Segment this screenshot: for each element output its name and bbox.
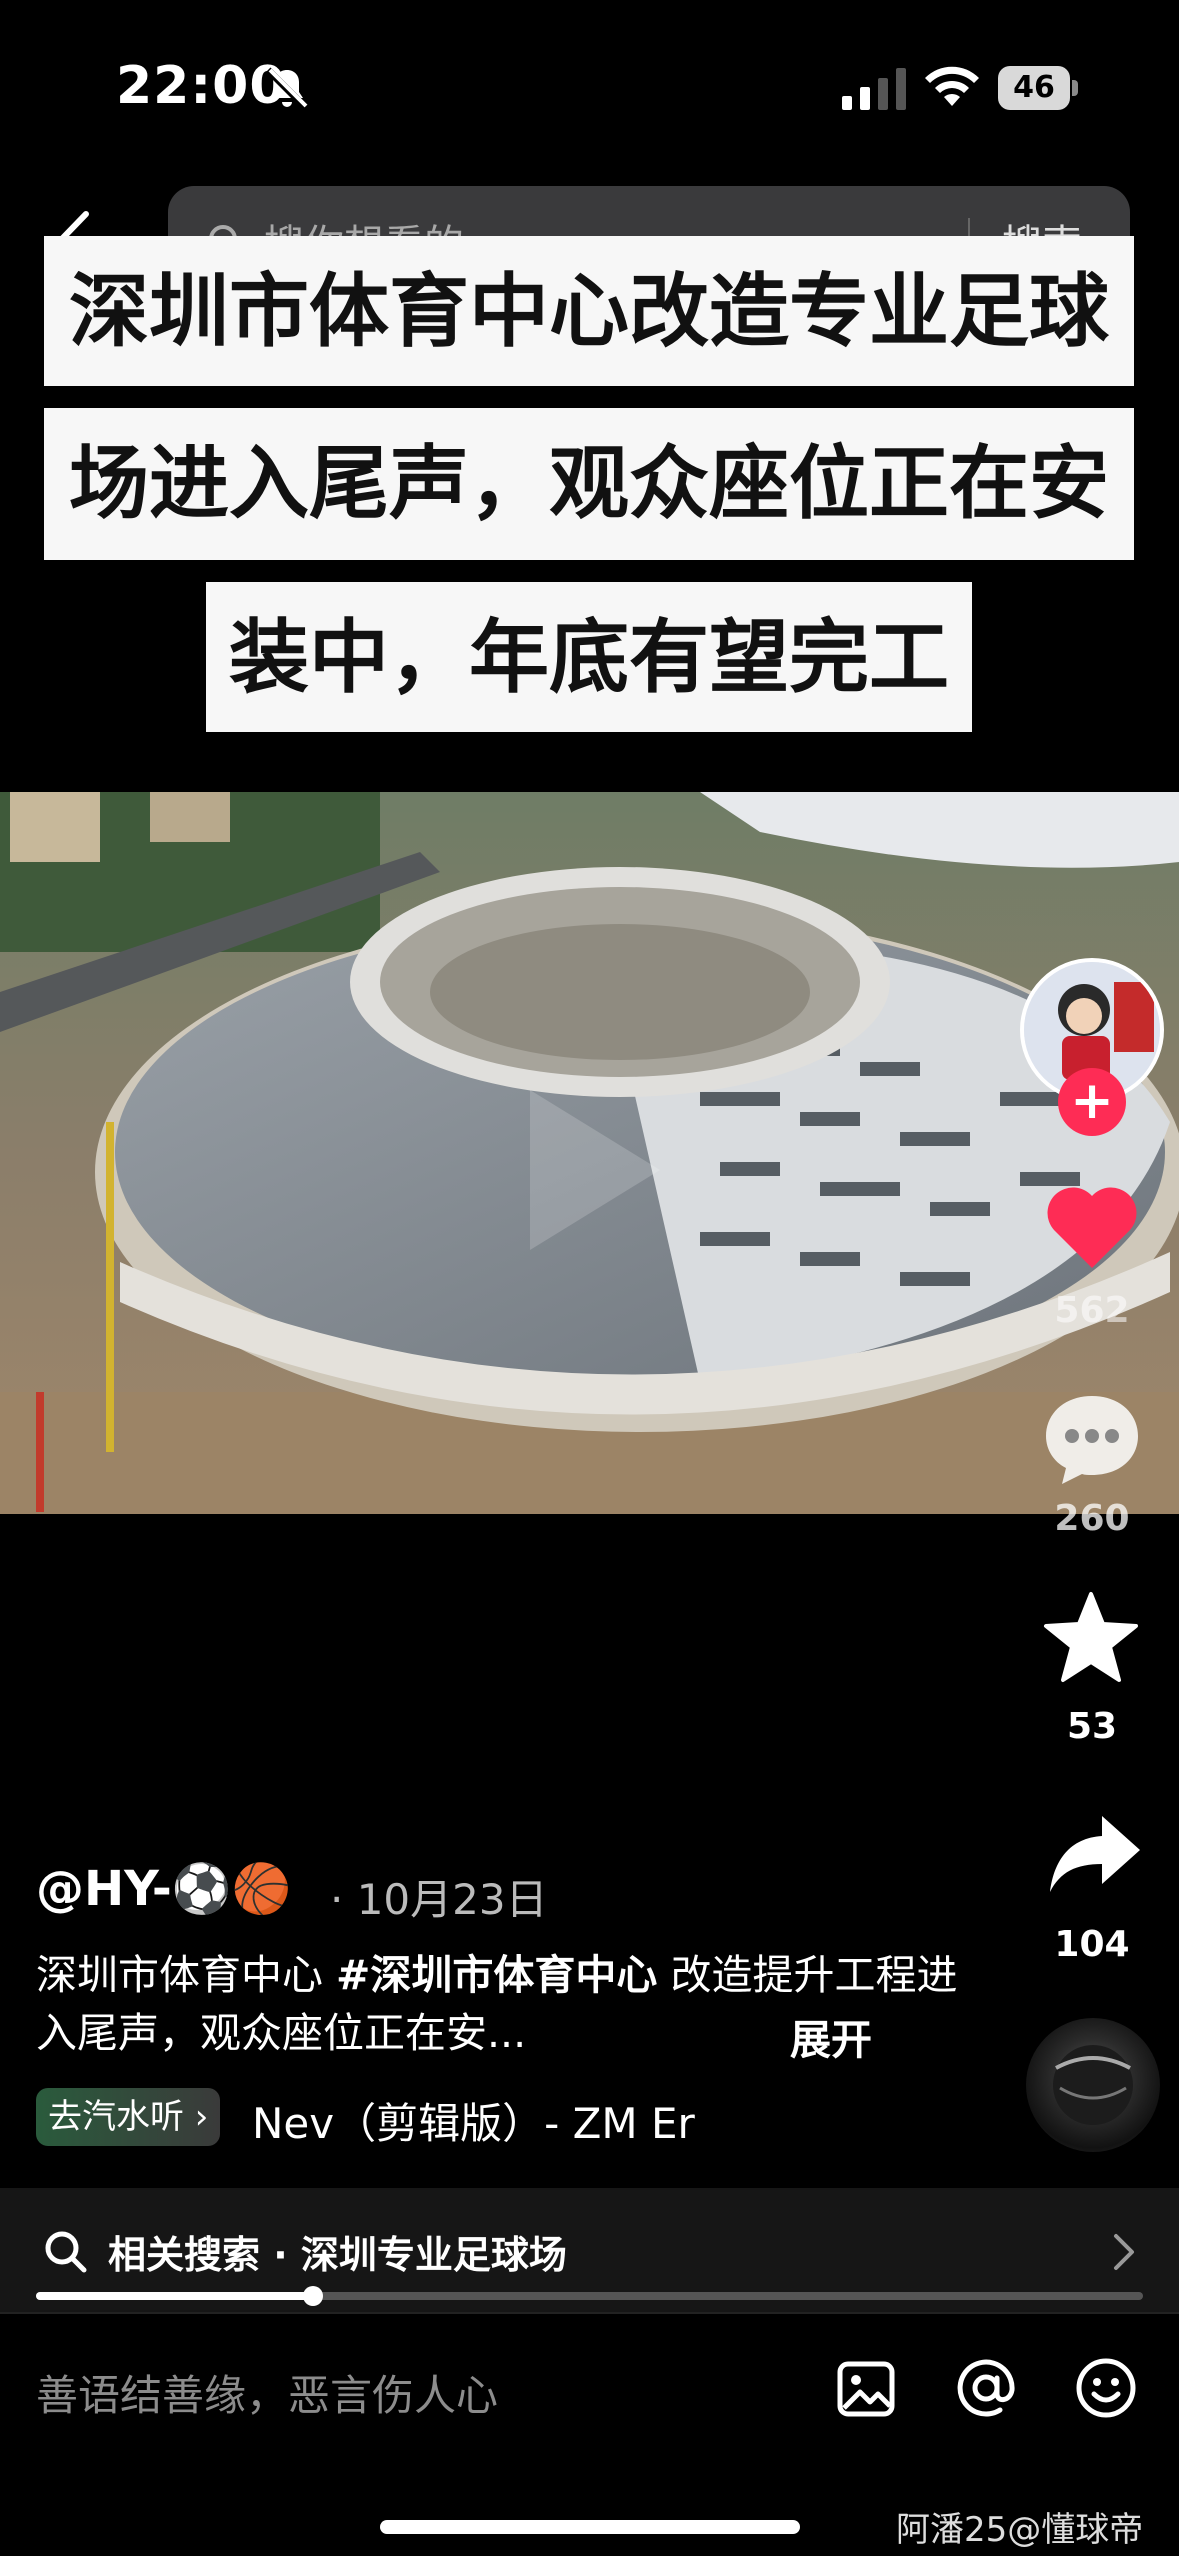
battery-indicator: 46: [998, 66, 1078, 110]
home-indicator[interactable]: [380, 2520, 800, 2534]
music-disc[interactable]: [1026, 2018, 1160, 2152]
bell-muted-icon: [265, 67, 309, 111]
share-count: 104: [1054, 1924, 1130, 1965]
video-progress-bar[interactable]: [36, 2286, 1143, 2306]
chevron-right-icon[interactable]: [1112, 2232, 1136, 2272]
emoji-icon[interactable]: [1074, 2356, 1138, 2420]
listen-in-app-chip[interactable]: 去汽水听 ›: [36, 2088, 221, 2146]
music-disc-art: [1053, 2045, 1133, 2125]
play-icon: [530, 1090, 660, 1250]
music-title[interactable]: Nev（剪辑版）- ZM Er: [252, 2090, 722, 2151]
battery-cap: [1072, 80, 1078, 96]
search-icon: [45, 2231, 87, 2273]
author-name[interactable]: @HY-⚽🏀: [36, 1860, 291, 1917]
wifi-icon: [925, 66, 979, 106]
status-time: 22:00: [116, 56, 287, 116]
watermark: 阿潘25@懂球帝: [896, 2510, 1144, 2550]
like-heart-icon[interactable]: [1042, 1180, 1142, 1272]
comment-input[interactable]: 善语结善缘，恶言伤人心: [36, 2362, 498, 2423]
favorite-count: 53: [1066, 1706, 1118, 1747]
comment-count: 260: [1054, 1498, 1130, 1539]
image-picker-icon[interactable]: [836, 2360, 896, 2418]
expand-button[interactable]: 展开: [790, 2006, 872, 2066]
headline-line-1: 深圳市体育中心改造专业足球: [44, 236, 1134, 386]
hashtag-link[interactable]: #深圳市体育中心: [336, 1951, 657, 1999]
video-progress-fill: [36, 2292, 313, 2300]
headline-line-3: 装中，年底有望完工: [206, 582, 972, 732]
battery-level: 46: [998, 66, 1070, 110]
follow-button[interactable]: +: [1058, 1068, 1126, 1136]
like-count: 562: [1054, 1290, 1130, 1331]
post-date: · 10月23日: [330, 1875, 548, 1924]
mention-at-icon[interactable]: [954, 2356, 1018, 2420]
video-progress-handle[interactable]: [302, 2286, 323, 2306]
share-arrow-icon[interactable]: [1046, 1812, 1142, 1896]
related-search-text[interactable]: 相关搜索 · 深圳专业足球场: [108, 2224, 567, 2279]
description-text: 深圳市体育中心: [36, 1951, 337, 1999]
cellular-signal-icon: [842, 68, 906, 110]
headline-line-2: 场进入尾声，观众座位正在安: [44, 408, 1134, 560]
comment-icon[interactable]: [1038, 1388, 1146, 1488]
favorite-star-icon[interactable]: [1042, 1590, 1140, 1686]
